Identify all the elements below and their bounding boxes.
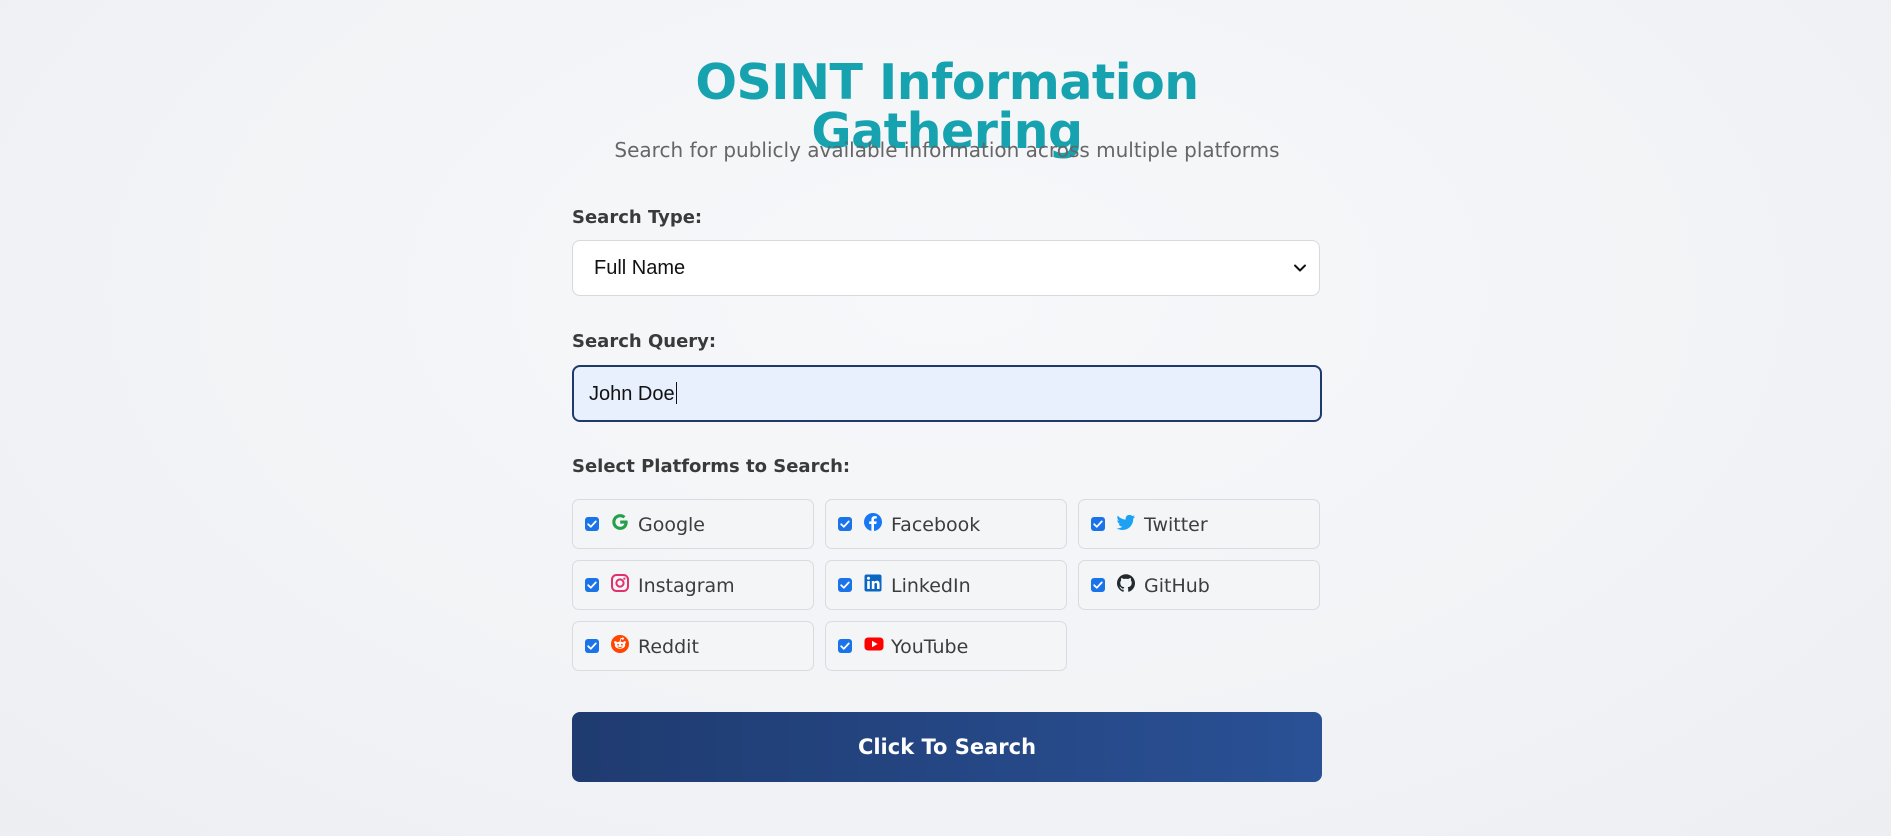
github-checkbox[interactable] (1091, 578, 1105, 592)
platform-option-reddit[interactable]: Reddit (572, 621, 814, 671)
reddit-checkbox[interactable] (585, 639, 599, 653)
platform-option-facebook[interactable]: Facebook (825, 499, 1067, 549)
platform-option-google[interactable]: Google (572, 499, 814, 549)
search-query-label: Search Query: (572, 331, 717, 352)
linkedin-label: LinkedIn (891, 575, 971, 597)
facebook-checkbox[interactable] (838, 517, 852, 531)
google-label: Google (638, 514, 706, 536)
platform-option-youtube[interactable]: YouTube (825, 621, 1067, 671)
chevron-down-icon (1294, 264, 1306, 272)
github-label: GitHub (1144, 575, 1210, 597)
youtube-label: YouTube (891, 636, 969, 658)
text-caret (675, 382, 677, 404)
youtube-icon (864, 637, 884, 651)
platform-option-linkedin[interactable]: LinkedIn (825, 560, 1067, 610)
platform-option-github[interactable]: GitHub (1078, 560, 1320, 610)
github-icon (1117, 574, 1135, 592)
search-query-input[interactable]: John Doe (572, 365, 1322, 422)
twitter-label: Twitter (1144, 514, 1208, 536)
search-type-label: Search Type: (572, 207, 703, 228)
search-query-value: John Doe (589, 383, 675, 405)
google-checkbox[interactable] (585, 517, 599, 531)
search-query-text-wrap: John Doe (589, 382, 677, 406)
twitter-checkbox[interactable] (1091, 517, 1105, 531)
platform-option-twitter[interactable]: Twitter (1078, 499, 1320, 549)
instagram-checkbox[interactable] (585, 578, 599, 592)
search-button[interactable]: Click To Search (572, 712, 1322, 782)
platforms-label: Select Platforms to Search: (572, 456, 851, 477)
search-type-select[interactable]: Full Name (572, 240, 1320, 296)
platform-option-instagram[interactable]: Instagram (572, 560, 814, 610)
reddit-label: Reddit (638, 636, 699, 658)
google-icon (612, 514, 628, 530)
page: OSINT Information Gathering Search for p… (0, 0, 1891, 836)
linkedin-checkbox[interactable] (838, 578, 852, 592)
youtube-checkbox[interactable] (838, 639, 852, 653)
page-subtitle: Search for publicly available informatio… (614, 138, 1280, 162)
reddit-icon (611, 635, 629, 653)
instagram-label: Instagram (638, 575, 735, 597)
linkedin-icon (864, 574, 882, 592)
facebook-icon (864, 513, 882, 531)
twitter-icon (1116, 514, 1135, 530)
search-type-value: Full Name (594, 257, 686, 279)
instagram-icon (611, 574, 629, 592)
facebook-label: Facebook (891, 514, 981, 536)
